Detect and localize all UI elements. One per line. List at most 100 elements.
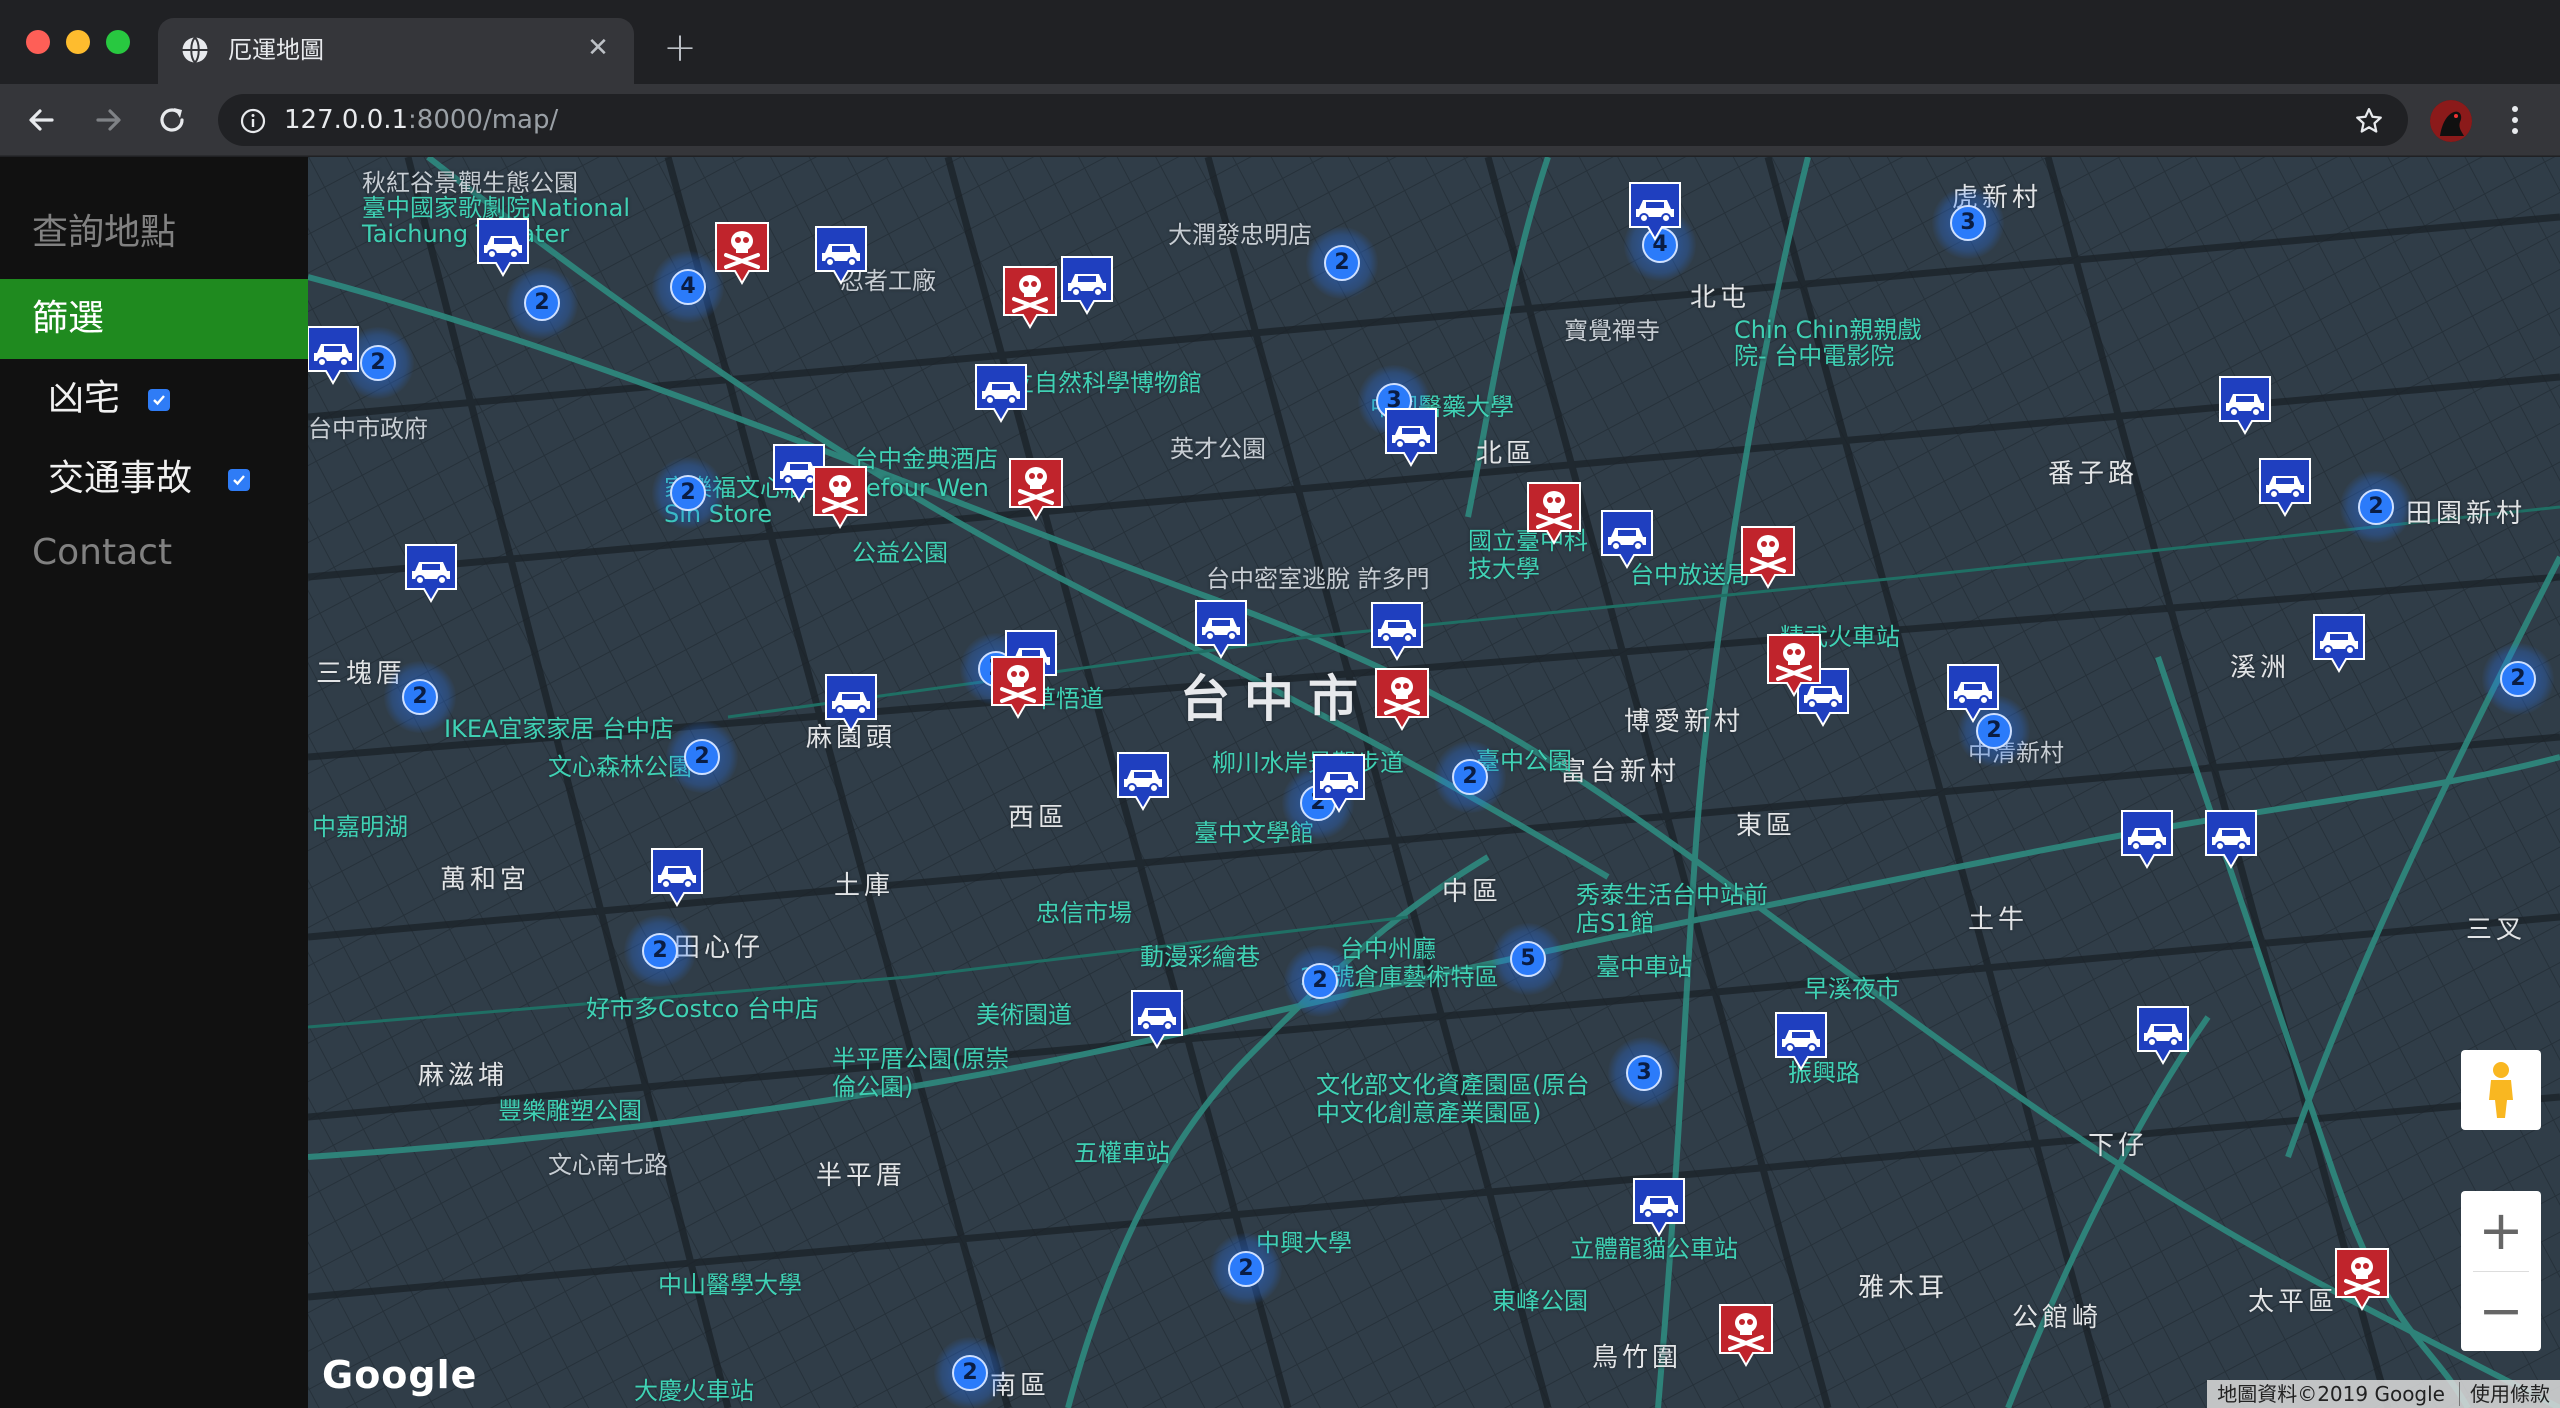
traffic-accident-marker[interactable] xyxy=(1774,1011,1828,1073)
traffic-accident-marker[interactable] xyxy=(1312,753,1366,815)
haunted-house-marker[interactable] xyxy=(1008,457,1064,523)
marker-cluster[interactable]: 3 xyxy=(1932,187,2004,259)
place-label: 大潤發忠明店 xyxy=(1168,221,1312,249)
marker-cluster[interactable]: 2 xyxy=(384,661,456,733)
browser-menu-icon[interactable] xyxy=(2500,100,2530,140)
haunted-house-marker[interactable] xyxy=(714,221,770,287)
place-label: 台中金典酒店 xyxy=(854,445,998,473)
traffic-accident-marker[interactable] xyxy=(308,325,360,387)
traffic-accident-marker[interactable] xyxy=(1628,181,1682,243)
traffic-accident-marker[interactable] xyxy=(1370,601,1424,663)
haunted-house-marker[interactable] xyxy=(1766,633,1822,699)
district-label: 萬和宮 xyxy=(440,865,531,895)
traffic-accident-marker[interactable] xyxy=(1060,255,1114,317)
traffic-accident-marker[interactable] xyxy=(404,543,458,605)
traffic-accident-marker[interactable] xyxy=(1130,989,1184,1051)
marker-cluster[interactable]: 2 xyxy=(934,1337,1006,1408)
marker-cluster[interactable]: 2 xyxy=(1284,945,1356,1017)
traffic-accident-marker[interactable] xyxy=(1600,509,1654,571)
traffic-accident-marker[interactable] xyxy=(2312,613,2366,675)
place-label: 英才公園 xyxy=(1170,435,1266,463)
marker-cluster[interactable]: 2 xyxy=(1434,741,1506,813)
traffic-accident-marker[interactable] xyxy=(814,225,868,287)
traffic-accident-marker[interactable] xyxy=(1194,599,1248,661)
close-window-button[interactable] xyxy=(26,30,50,54)
marker-cluster[interactable]: 2 xyxy=(1306,227,1378,299)
sidebar-item-search-location[interactable]: 查詢地點 xyxy=(32,211,176,255)
traffic-accident-marker[interactable] xyxy=(2204,809,2258,871)
place-label: 公益公園 xyxy=(852,539,948,567)
street-view-pegman[interactable] xyxy=(2461,1050,2541,1130)
haunted-house-marker[interactable] xyxy=(2334,1247,2390,1313)
district-label: 三叉 xyxy=(2466,915,2527,945)
browser-titlebar: 厄運地圖 ✕ + xyxy=(0,0,2560,84)
minimize-window-button[interactable] xyxy=(66,30,90,54)
forward-arrow-icon[interactable] xyxy=(88,100,128,140)
info-icon[interactable] xyxy=(240,108,266,134)
sidebar-item-contact[interactable]: Contact xyxy=(32,531,172,575)
traffic-accident-marker[interactable] xyxy=(824,673,878,735)
haunted-house-marker[interactable] xyxy=(812,465,868,531)
filter-label: 交通事故 xyxy=(48,458,193,499)
traffic-accident-marker[interactable] xyxy=(1632,1177,1686,1239)
haunted-house-marker[interactable] xyxy=(1002,265,1058,331)
place-label: 文心南七路 xyxy=(548,1151,668,1179)
marker-cluster[interactable]: 5 xyxy=(1492,923,1564,995)
district-label: 北區 xyxy=(1476,439,1537,469)
terms-link[interactable]: 使用條款 xyxy=(2459,1382,2550,1406)
marker-cluster[interactable]: 2 xyxy=(2340,471,2412,543)
haunted-house-marker[interactable] xyxy=(1740,525,1796,591)
address-bar[interactable]: 127.0.0.1:8000/map/ xyxy=(218,94,2408,146)
reload-icon[interactable] xyxy=(152,100,192,140)
haunted-house-marker[interactable] xyxy=(1718,1303,1774,1369)
maximize-window-button[interactable] xyxy=(106,30,130,54)
marker-cluster[interactable]: 2 xyxy=(652,457,724,529)
marker-cluster[interactable]: 2 xyxy=(666,721,738,793)
district-label: 半平厝 xyxy=(816,1161,907,1191)
globe-icon xyxy=(182,36,208,64)
filter-traffic-accident[interactable]: 交通事故 xyxy=(0,439,308,519)
traffic-accident-marker[interactable] xyxy=(2258,457,2312,519)
traffic-accident-marker[interactable] xyxy=(2120,809,2174,871)
traffic-accident-marker[interactable] xyxy=(650,847,704,909)
traffic-accident-marker[interactable] xyxy=(2136,1005,2190,1067)
marker-cluster[interactable]: 2 xyxy=(624,915,696,987)
traffic-accident-marker[interactable] xyxy=(974,363,1028,425)
traffic-accident-marker[interactable] xyxy=(1384,407,1438,469)
traffic-accident-checkbox[interactable] xyxy=(228,469,250,491)
place-label: 東峰公園 xyxy=(1492,1287,1588,1315)
check-icon xyxy=(153,395,165,406)
google-logo: Google xyxy=(322,1353,478,1397)
marker-cluster[interactable]: 2 xyxy=(1210,1233,1282,1305)
haunted-house-marker[interactable] xyxy=(1374,667,1430,733)
district-label: 西區 xyxy=(1008,803,1069,833)
bookmark-star-icon[interactable] xyxy=(2354,106,2384,136)
map-canvas[interactable]: 台中市 北屯 北區 西區 中區 東區 南區 土庫 麻園頭 田心仔 半平厝 麻滋埔… xyxy=(308,157,2560,1408)
filter-haunted-house[interactable]: 凶宅 xyxy=(0,359,308,439)
marker-cluster[interactable]: 3 xyxy=(1608,1037,1680,1109)
traffic-accident-marker[interactable] xyxy=(2218,375,2272,437)
new-tab-button[interactable]: + xyxy=(660,28,700,68)
haunted-house-marker[interactable] xyxy=(1526,481,1582,547)
zoom-out-button[interactable]: − xyxy=(2461,1271,2541,1351)
close-tab-icon[interactable]: ✕ xyxy=(582,32,614,64)
district-label: 公館崎 xyxy=(2012,1303,2103,1333)
traffic-accident-marker[interactable] xyxy=(1946,663,2000,725)
haunted-house-marker[interactable] xyxy=(990,655,1046,721)
back-arrow-icon[interactable] xyxy=(22,100,62,140)
sidebar-item-label: 篩選 xyxy=(32,298,105,339)
traffic-accident-marker[interactable] xyxy=(1116,751,1170,813)
browser-tab[interactable]: 厄運地圖 ✕ xyxy=(158,18,634,84)
haunted-house-checkbox[interactable] xyxy=(148,389,170,411)
profile-avatar[interactable] xyxy=(2430,100,2472,142)
place-label: 忠信市場 xyxy=(1036,899,1132,927)
url-text: 127.0.0.1:8000/map/ xyxy=(284,105,559,135)
zoom-control: + − xyxy=(2461,1191,2541,1351)
marker-cluster[interactable]: 2 xyxy=(2482,643,2554,715)
place-label: 半平厝公園(原崇倫公園) xyxy=(832,1045,1010,1101)
district-label: 麻滋埔 xyxy=(418,1061,509,1091)
zoom-in-button[interactable]: + xyxy=(2461,1191,2541,1271)
place-label: 大慶火車站 xyxy=(634,1377,754,1405)
traffic-accident-marker[interactable] xyxy=(476,217,530,279)
sidebar-item-filter[interactable]: 篩選 xyxy=(0,279,308,359)
